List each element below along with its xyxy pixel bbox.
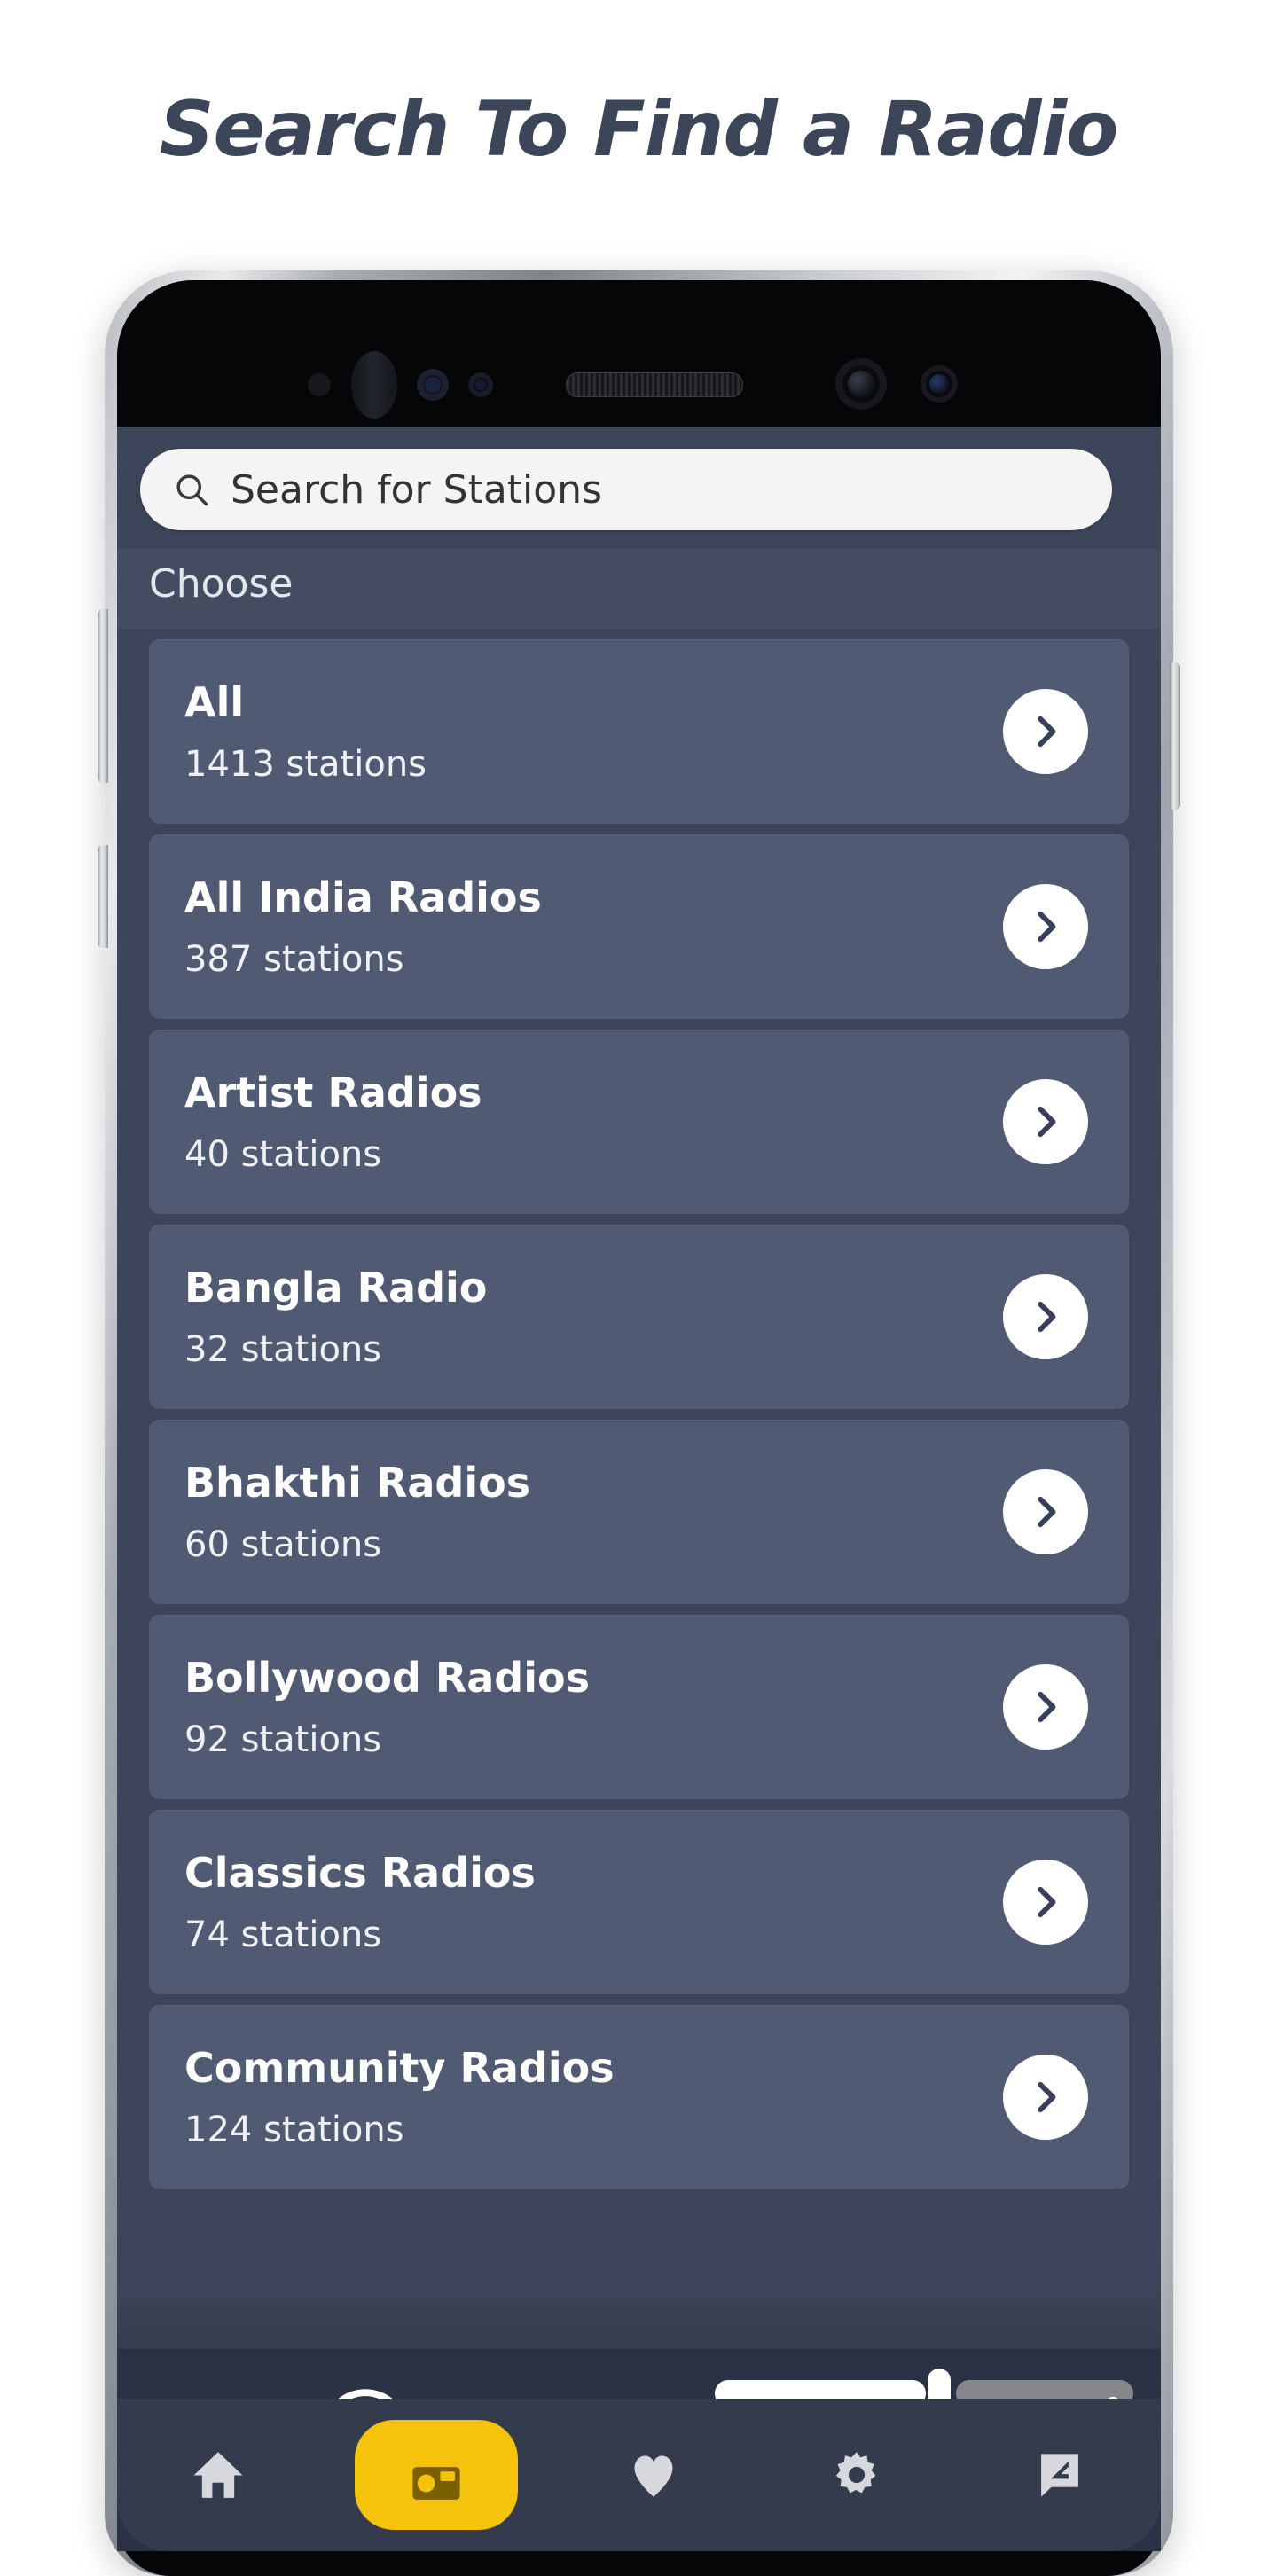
list-item-subtitle: 124 stations <box>184 2110 404 2150</box>
light-sensor-icon <box>417 369 449 401</box>
list-item[interactable]: Community Radios 124 stations <box>149 2005 1129 2189</box>
list-item-title: Classics Radios <box>184 1849 536 1897</box>
home-icon <box>193 2452 243 2498</box>
proximity-sensor-icon <box>308 373 331 396</box>
earpiece-speaker-icon <box>566 372 743 397</box>
list-item-subtitle: 32 stations <box>184 1329 382 1370</box>
phone-top-bezel <box>117 280 1161 427</box>
front-camera-icon <box>835 358 887 410</box>
nav-item-settings[interactable] <box>790 2422 923 2528</box>
list-item-title: Bhakthi Radios <box>184 1459 531 1507</box>
list-item[interactable]: Classics Radios 74 stations <box>149 1810 1129 1994</box>
phone-mockup: Search for Stations Choose All 1413 stati… <box>98 270 1180 2576</box>
list-item-chevron-button[interactable] <box>1003 689 1088 774</box>
list-item-subtitle: 60 stations <box>184 1524 382 1565</box>
nav-item-favorites[interactable] <box>587 2422 720 2528</box>
chevron-right-icon <box>1038 716 1056 748</box>
gear-icon <box>835 2452 876 2494</box>
list-item[interactable]: Artist Radios 40 stations <box>149 1030 1129 1214</box>
list-item-subtitle: 92 stations <box>184 1719 382 1760</box>
search-bar-container: Search for Stations <box>117 427 1161 549</box>
heart-icon <box>635 2455 673 2497</box>
list-item-chevron-button[interactable] <box>1003 1469 1088 1554</box>
list-item-chevron-button[interactable] <box>1003 1664 1088 1750</box>
iris-scanner-icon <box>351 351 397 419</box>
list-item-title: Artist Radios <box>184 1069 482 1116</box>
list-item[interactable]: All 1413 stations <box>149 639 1129 824</box>
section-header: Choose <box>117 549 1161 629</box>
list-item-subtitle: 74 stations <box>184 1914 382 1955</box>
secondary-camera-icon <box>921 365 958 403</box>
list-item[interactable]: Bangla Radio 32 stations <box>149 1225 1129 1409</box>
list-item-chevron-button[interactable] <box>1003 2055 1088 2140</box>
list-item-subtitle: 1413 stations <box>184 744 427 785</box>
section-header-label: Choose <box>149 561 294 607</box>
list-item-chevron-button[interactable] <box>1003 1079 1088 1164</box>
list-item[interactable]: All India Radios 387 stations <box>149 834 1129 1019</box>
list-item[interactable]: Bhakthi Radios 60 stations <box>149 1420 1129 1604</box>
search-input[interactable]: Search for Stations <box>140 449 1112 530</box>
infrared-sensor-icon <box>468 372 493 397</box>
chevron-right-icon <box>1038 1106 1056 1138</box>
list-item-subtitle: 40 stations <box>184 1134 382 1175</box>
chevron-right-icon <box>1038 1301 1056 1333</box>
chevron-right-icon <box>1038 1496 1056 1528</box>
nav-item-feedback[interactable] <box>993 2422 1126 2528</box>
nav-item-home[interactable] <box>152 2422 285 2528</box>
feedback-icon <box>1040 2454 1078 2497</box>
list-item-title: Bangla Radio <box>184 1264 488 1311</box>
search-placeholder-text: Search for Stations <box>231 466 602 513</box>
list-item-title: All India Radios <box>184 873 542 921</box>
category-list[interactable]: All 1413 stations All India Radios 387 stat… <box>117 629 1161 2349</box>
page-title: Search To Find a Radio <box>159 85 1119 174</box>
list-item-chevron-button[interactable] <box>1003 1860 1088 1945</box>
bottom-navigation <box>117 2399 1161 2551</box>
chevron-right-icon <box>1038 2081 1056 2113</box>
list-item-title: Bollywood Radios <box>184 1654 590 1702</box>
chevron-right-icon <box>1038 1691 1056 1723</box>
list-item-chevron-button[interactable] <box>1003 884 1088 969</box>
radio-icon <box>412 2467 460 2500</box>
volume-button[interactable] <box>98 609 108 783</box>
list-item-chevron-button[interactable] <box>1003 1274 1088 1359</box>
search-icon <box>176 474 208 506</box>
chevron-right-icon <box>1038 911 1056 943</box>
list-item-title: All <box>184 678 245 726</box>
list-item-subtitle: 387 stations <box>184 939 404 980</box>
nav-item-radio[interactable] <box>354 2420 518 2530</box>
power-button[interactable] <box>1170 662 1180 810</box>
assistant-button[interactable] <box>98 845 108 948</box>
chevron-right-icon <box>1038 1886 1056 1918</box>
app-screen: Search for Stations Choose All 1413 stati… <box>117 427 1161 2551</box>
list-item-title: Community Radios <box>184 2044 615 2092</box>
list-item[interactable]: Bollywood Radios 92 stations <box>149 1615 1129 1799</box>
